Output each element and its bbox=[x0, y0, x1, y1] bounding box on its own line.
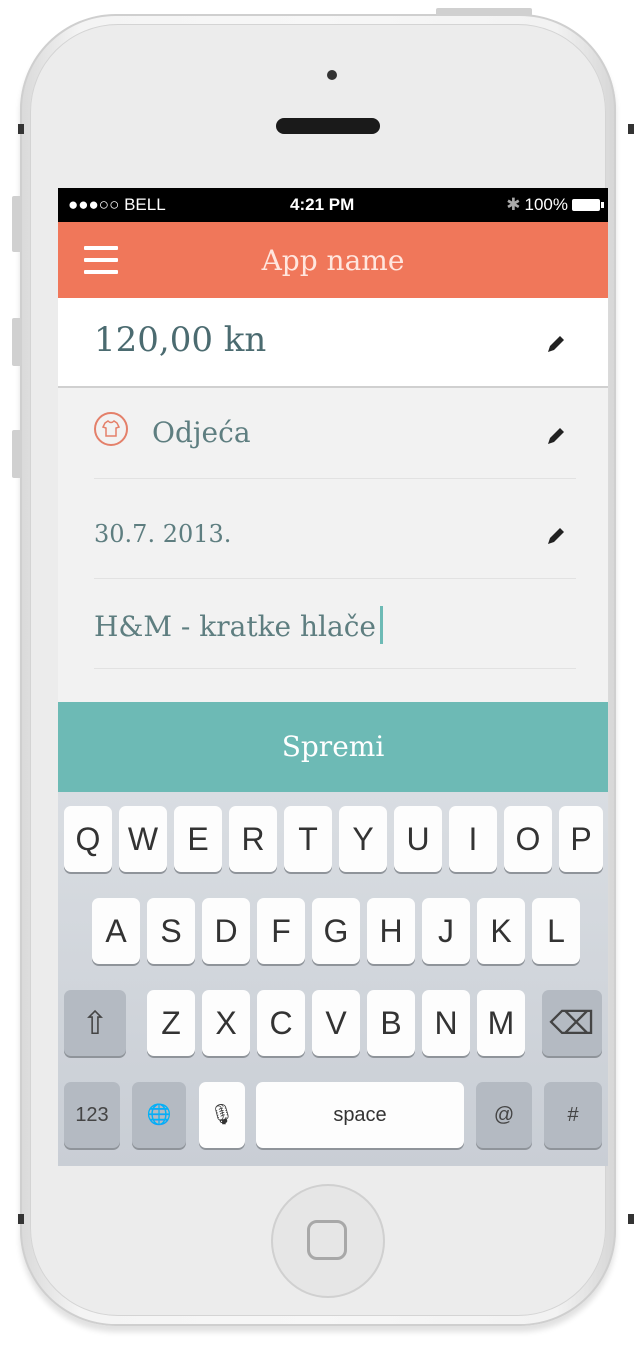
numbers-key[interactable]: 123 bbox=[64, 1082, 120, 1148]
key-z[interactable]: Z bbox=[147, 990, 195, 1056]
key-s[interactable]: S bbox=[147, 898, 195, 964]
key-m[interactable]: M bbox=[477, 990, 525, 1056]
note-value: H&M - kratke hlače bbox=[94, 610, 376, 643]
antenna-band-right-bottom bbox=[628, 1214, 634, 1224]
save-button-label: Spremi bbox=[281, 730, 385, 763]
home-square-icon bbox=[307, 1220, 347, 1260]
at-key[interactable]: @ bbox=[476, 1082, 532, 1148]
onscreen-keyboard: Q W E R T Y U I O P A S D F G H J K L ⇧ … bbox=[58, 792, 608, 1166]
key-w[interactable]: W bbox=[119, 806, 167, 872]
edit-amount-pencil-icon[interactable] bbox=[544, 332, 568, 356]
key-j[interactable]: J bbox=[422, 898, 470, 964]
key-k[interactable]: K bbox=[477, 898, 525, 964]
space-key[interactable]: space bbox=[256, 1082, 464, 1148]
power-button bbox=[436, 8, 532, 16]
edit-date-pencil-icon[interactable] bbox=[544, 524, 568, 548]
battery-indicator: ✱ 100% bbox=[506, 195, 604, 215]
app-title: App name bbox=[261, 244, 405, 277]
key-h[interactable]: H bbox=[367, 898, 415, 964]
date-value: 30.7. 2013. bbox=[94, 520, 232, 548]
key-t[interactable]: T bbox=[284, 806, 332, 872]
key-a[interactable]: A bbox=[92, 898, 140, 964]
carrier-label: ●●●○○ BELL bbox=[68, 195, 166, 214]
key-d[interactable]: D bbox=[202, 898, 250, 964]
key-e[interactable]: E bbox=[174, 806, 222, 872]
key-i[interactable]: I bbox=[449, 806, 497, 872]
bluetooth-icon: ✱ bbox=[506, 195, 521, 214]
key-c[interactable]: C bbox=[257, 990, 305, 1056]
tshirt-category-icon bbox=[94, 412, 128, 446]
mute-switch bbox=[12, 196, 22, 252]
key-q[interactable]: Q bbox=[64, 806, 112, 872]
shift-key[interactable]: ⇧ bbox=[64, 990, 126, 1056]
earpiece-speaker bbox=[276, 118, 380, 134]
status-bar: ●●●○○ BELL 4:21 PM ✱ 100% bbox=[58, 188, 608, 222]
date-field[interactable]: 30.7. 2013. bbox=[94, 488, 576, 579]
antenna-band-left-top bbox=[18, 124, 24, 134]
key-r[interactable]: R bbox=[229, 806, 277, 872]
key-p[interactable]: P bbox=[559, 806, 603, 872]
amount-field[interactable]: 120,00 kn bbox=[58, 298, 608, 388]
key-f[interactable]: F bbox=[257, 898, 305, 964]
battery-icon bbox=[572, 199, 604, 211]
globe-key-icon[interactable]: 🌐 bbox=[132, 1082, 186, 1148]
key-n[interactable]: N bbox=[422, 990, 470, 1056]
key-x[interactable]: X bbox=[202, 990, 250, 1056]
note-field[interactable]: H&M - kratke hlače bbox=[94, 578, 576, 669]
front-camera bbox=[327, 70, 337, 80]
key-v[interactable]: V bbox=[312, 990, 360, 1056]
volume-up-button bbox=[12, 318, 22, 366]
hash-key[interactable]: # bbox=[544, 1082, 602, 1148]
category-label: Odjeća bbox=[152, 416, 251, 449]
key-b[interactable]: B bbox=[367, 990, 415, 1056]
key-l[interactable]: L bbox=[532, 898, 580, 964]
amount-value: 120,00 kn bbox=[94, 320, 267, 360]
category-field[interactable]: Odjeća bbox=[94, 388, 576, 479]
microphone-key-icon[interactable]: 🎙 bbox=[199, 1082, 245, 1148]
clock: 4:21 PM bbox=[290, 195, 355, 214]
home-button[interactable] bbox=[271, 1184, 385, 1298]
app-header: App name bbox=[58, 222, 608, 298]
app-screen: ●●●○○ BELL 4:21 PM ✱ 100% App name 120,0… bbox=[58, 188, 608, 1166]
battery-percent: 100% bbox=[524, 195, 568, 214]
volume-down-button bbox=[12, 430, 22, 478]
text-cursor bbox=[379, 606, 383, 644]
key-u[interactable]: U bbox=[394, 806, 442, 872]
key-g[interactable]: G bbox=[312, 898, 360, 964]
edit-category-pencil-icon[interactable] bbox=[544, 424, 568, 448]
antenna-band-left-bottom bbox=[18, 1214, 24, 1224]
note-input[interactable]: H&M - kratke hlače bbox=[94, 606, 383, 644]
save-button[interactable]: Spremi bbox=[58, 702, 608, 792]
key-o[interactable]: O bbox=[504, 806, 552, 872]
backspace-key[interactable]: ⌫ bbox=[542, 990, 602, 1056]
antenna-band-right-top bbox=[628, 124, 634, 134]
key-y[interactable]: Y bbox=[339, 806, 387, 872]
